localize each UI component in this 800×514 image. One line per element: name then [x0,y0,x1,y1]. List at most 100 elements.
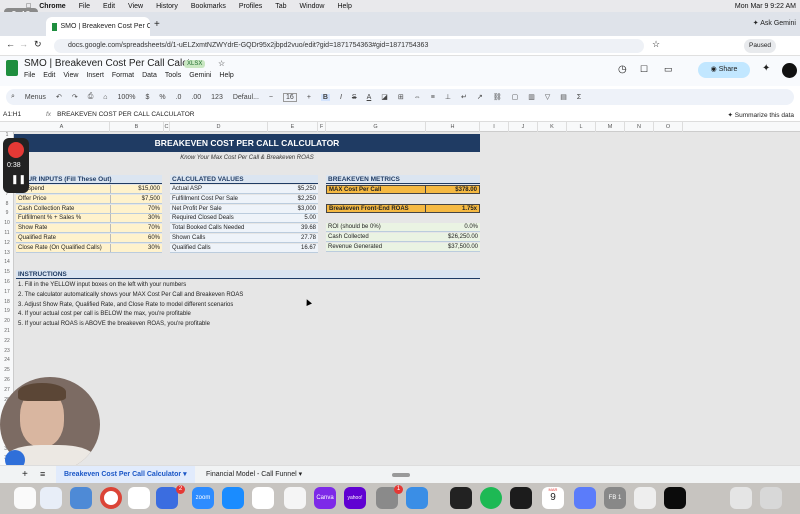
col-header[interactable]: H [426,122,480,132]
pause-icon[interactable]: ❚❚ [11,174,26,185]
menu-window[interactable]: Window [300,3,325,10]
app-store-icon[interactable] [222,487,244,509]
finder-icon[interactable] [14,487,36,509]
ask-gemini-button[interactable]: ✦ Ask Gemini [753,19,796,27]
browser-tab-active[interactable]: SMO | Breakeven Cost Per Call Calc [46,17,150,36]
messenger-icon[interactable] [156,487,178,509]
col-header[interactable]: K [538,122,567,132]
metric-row[interactable]: ROI (should be 0%) 0.0% [326,223,480,232]
doc-menu-help[interactable]: Help [219,72,233,79]
instructions-header[interactable]: INSTRUCTIONS [16,270,480,279]
row-header[interactable]: 20 [0,318,14,324]
notion-icon[interactable] [284,487,306,509]
calc-row[interactable]: Required Closed Deals 5.00 [170,214,318,224]
instruction-item[interactable]: 2. The calculator automatically shows yo… [18,291,243,299]
doc-title[interactable]: SMO | Breakeven Cost Per Call Calctor [24,58,199,69]
row-header[interactable]: 22 [0,338,14,344]
reload-icon[interactable]: ↻ [34,39,42,50]
input-row[interactable]: Fulfillment % + Sales % 30% [16,214,162,224]
slack-thread-icon[interactable] [128,487,150,509]
italic-button[interactable]: I [340,94,342,101]
merge-icon[interactable]: ⇔ [414,94,421,101]
col-header[interactable]: B [110,122,164,132]
row-header[interactable]: 14 [0,259,14,265]
doc-menu-insert[interactable]: Insert [86,72,104,79]
decrease-decimal-button[interactable]: .0 [176,94,182,101]
sheet-title-banner[interactable]: BREAKEVEN COST PER CALL CALCULATOR [14,134,480,152]
paint-format-icon[interactable]: ⌂ [103,94,107,101]
row-header[interactable]: 8 [0,201,14,207]
row-header[interactable]: 23 [0,348,14,354]
url-input[interactable]: docs.google.com/spreadsheets/d/1-uELZxmt… [54,39,644,53]
col-header[interactable]: F [318,122,326,132]
fb-app-icon[interactable]: FB 1 [604,487,626,509]
script-editor-icon[interactable] [634,487,656,509]
canva-icon[interactable]: Canva [314,487,336,509]
input-row[interactable]: Ad Spend $15,000 [16,185,162,194]
menu-bookmarks[interactable]: Bookmarks [191,3,226,10]
functions-button[interactable]: Σ [577,94,581,101]
comment-icon[interactable]: ☐ [640,64,648,75]
calendar-icon[interactable]: MAR 9 [542,487,564,509]
font-size-increase[interactable]: + [307,94,311,101]
avatar[interactable] [782,63,797,78]
app-icon[interactable] [664,487,686,509]
star-doc-icon[interactable]: ☆ [218,59,225,68]
row-header[interactable]: 15 [0,269,14,275]
chart-icon[interactable]: ▥ [528,93,535,101]
menu-file[interactable]: File [79,3,90,10]
col-header[interactable]: O [654,122,683,132]
col-header[interactable]: L [567,122,596,132]
share-button[interactable]: ◉ Share [698,62,750,78]
spotify-icon[interactable] [480,487,502,509]
col-header[interactable]: I [480,122,509,132]
number-format-button[interactable]: 123 [211,94,223,101]
stop-record-button[interactable] [8,142,24,158]
zoom-app-icon[interactable]: zoom [192,487,214,509]
metric-row[interactable]: Cash Collected $26,250.00 [326,232,480,242]
sheets-logo-icon[interactable] [6,60,18,76]
comment-add-icon[interactable]: ▢ [512,93,519,101]
slack-icon[interactable] [252,487,274,509]
doc-menu-file[interactable]: File [24,72,35,79]
row-header[interactable]: 26 [0,377,14,383]
row-header[interactable]: 17 [0,289,14,295]
font-size-decrease[interactable]: − [269,94,273,101]
valign-icon[interactable]: ⊥ [445,93,451,101]
row-header[interactable]: 13 [0,250,14,256]
strikethrough-button[interactable]: S [352,94,357,101]
forward-icon[interactable]: → [19,39,28,49]
doc-menu-gemini[interactable]: Gemini [189,72,211,79]
voice-memos-icon[interactable] [510,487,532,509]
fill-color-icon[interactable]: ◪ [381,93,388,101]
search-menus-icon[interactable]: ⌕ [11,93,15,101]
menu-tab[interactable]: Tab [275,3,286,10]
calc-row[interactable]: Total Booked Calls Needed 39.68 [170,224,318,234]
calc-row[interactable]: Shown Calls 27.78 [170,234,318,243]
paused-profile-button[interactable]: Paused [744,39,777,53]
row-header[interactable]: 21 [0,328,14,334]
row-header[interactable]: 9 [0,210,14,216]
doc-menu-format[interactable]: Format [112,72,134,79]
row-header[interactable]: 25 [0,367,14,373]
input-row[interactable]: Close Rate (On Qualified Calls) 30% [16,243,162,253]
safari-icon[interactable] [70,487,92,509]
doc-menu-data[interactable]: Data [142,72,157,79]
link-icon[interactable]: ⛓ [493,93,502,101]
bold-button[interactable]: B [320,93,330,101]
input-row[interactable]: Show Rate 70% [16,224,162,234]
menus-search[interactable]: Menus [25,94,46,101]
all-sheets-icon[interactable]: ≡ [40,469,45,479]
doc-menu-edit[interactable]: Edit [43,72,55,79]
font-select[interactable]: Defaul... [233,94,259,101]
name-box[interactable]: A1:H1 [0,111,40,118]
row-header[interactable]: 19 [0,308,14,314]
col-header[interactable]: J [509,122,538,132]
currency-button[interactable]: $ [145,94,149,101]
undo-icon[interactable]: ↶ [56,93,62,101]
new-tab-button[interactable]: + [154,19,160,30]
doc-menu-tools[interactable]: Tools [165,72,181,79]
col-header[interactable]: M [596,122,625,132]
row-header[interactable]: 11 [0,230,14,236]
add-sheet-button[interactable]: + [22,469,28,480]
